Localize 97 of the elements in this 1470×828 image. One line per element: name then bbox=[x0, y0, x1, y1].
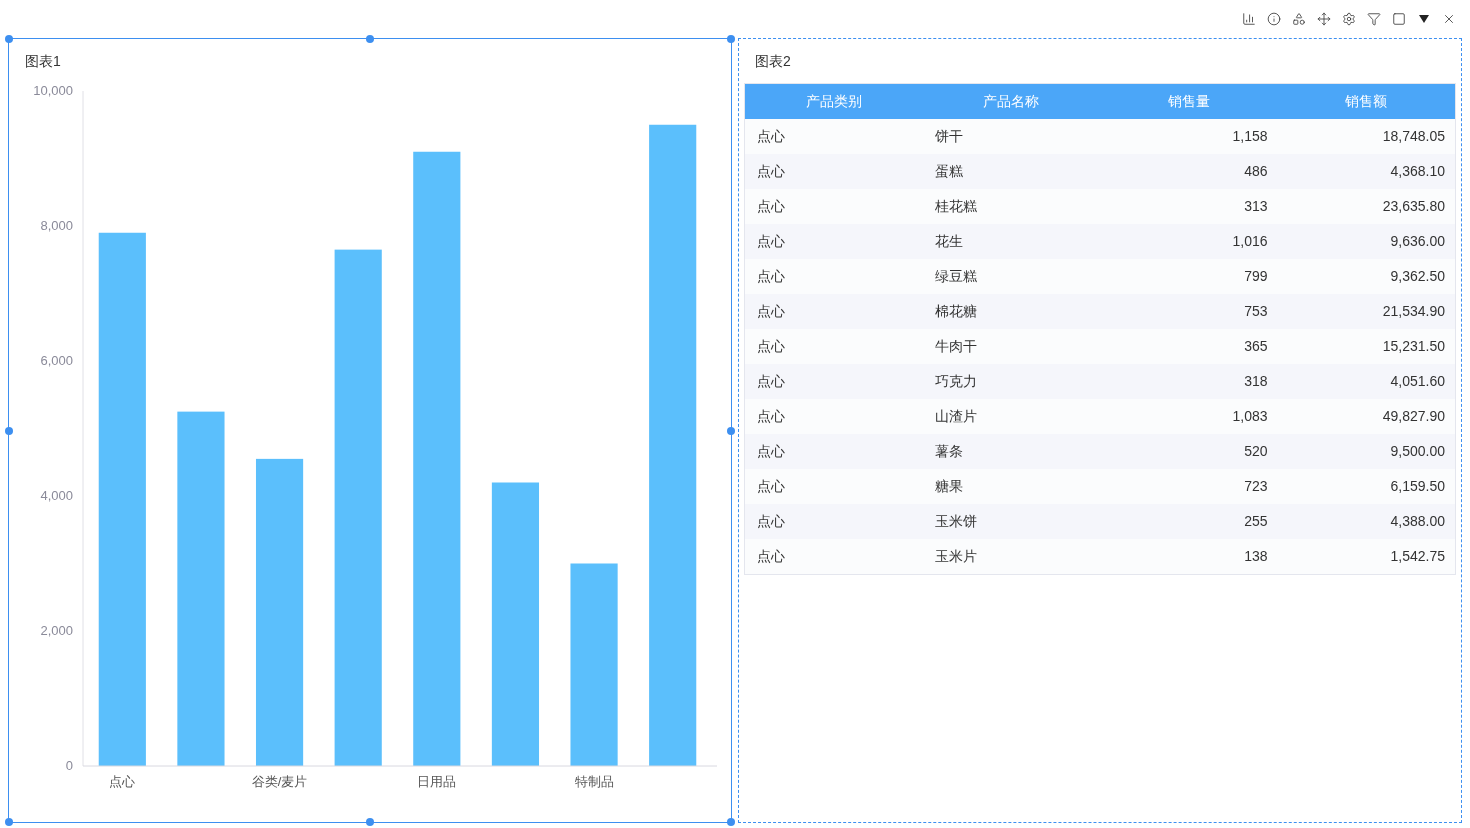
bar[interactable] bbox=[491, 482, 540, 766]
table-cell-text: 巧克力 bbox=[933, 372, 978, 391]
settings-icon bbox=[1342, 12, 1356, 26]
table-cell-text: 318 bbox=[1243, 372, 1269, 391]
table-cell-text: 1,083 bbox=[1231, 407, 1269, 426]
square-button[interactable] bbox=[1392, 12, 1406, 26]
column-header[interactable]: 销售量 bbox=[1100, 91, 1278, 112]
table-cell-text: 753 bbox=[1243, 302, 1269, 321]
table-cell-text: 365 bbox=[1243, 337, 1269, 356]
table-cell-text: 玉米片 bbox=[933, 547, 978, 566]
table-cell-text: 点心 bbox=[756, 162, 786, 181]
table-cell-text: 255 bbox=[1243, 512, 1269, 531]
info-icon bbox=[1267, 12, 1281, 26]
table-cell-text: 点心 bbox=[756, 512, 786, 531]
table-cell-text: 1,016 bbox=[1231, 232, 1269, 251]
shapes-button[interactable] bbox=[1292, 12, 1306, 26]
chart-button[interactable] bbox=[1242, 12, 1256, 26]
table-cell-text: 23,635.80 bbox=[1381, 197, 1446, 216]
table-cell-text: 1,158 bbox=[1231, 127, 1269, 146]
column-header[interactable]: 产品类别 bbox=[745, 91, 923, 112]
y-tick-label: 4,000 bbox=[40, 488, 73, 503]
resize-handle[interactable] bbox=[5, 426, 13, 435]
table-cell-text: 21,534.90 bbox=[1381, 302, 1446, 321]
table-cell-text: 玉米饼 bbox=[933, 512, 978, 531]
table-cell-text: 520 bbox=[1243, 442, 1269, 461]
table-cell-text: 6,159.50 bbox=[1389, 477, 1446, 496]
table-cell-text: 1,542.75 bbox=[1389, 547, 1446, 566]
column-header[interactable]: 产品名称 bbox=[922, 91, 1100, 112]
table-cell-text: 313 bbox=[1243, 197, 1269, 216]
filter-icon bbox=[1367, 12, 1381, 26]
bar[interactable] bbox=[649, 124, 697, 766]
table-cell-text: 723 bbox=[1243, 477, 1269, 496]
table-cell-text: 4,388.00 bbox=[1389, 512, 1446, 531]
resize-handle[interactable] bbox=[727, 35, 735, 43]
table-cell-text: 饼干 bbox=[933, 127, 964, 146]
table-cell-text: 4,051.60 bbox=[1389, 372, 1446, 391]
info-button[interactable] bbox=[1267, 12, 1281, 26]
table-cell-text: 9,500.00 bbox=[1389, 442, 1446, 461]
move-button[interactable] bbox=[1317, 12, 1331, 26]
chart-title: 图表2 bbox=[755, 53, 791, 69]
y-tick-label: 0 bbox=[65, 758, 73, 773]
bar[interactable] bbox=[98, 232, 146, 766]
shapes-icon bbox=[1292, 12, 1306, 26]
y-tick-label: 10,000 bbox=[33, 83, 73, 98]
resize-handle[interactable] bbox=[366, 35, 374, 43]
resize-handle[interactable] bbox=[366, 818, 374, 826]
table-cell-text: 点心 bbox=[756, 267, 786, 286]
table-cell-text: 18,748.05 bbox=[1381, 127, 1446, 146]
table-cell-text: 棉花糖 bbox=[933, 302, 978, 321]
table-cell-text: 点心 bbox=[756, 547, 786, 566]
table-cell-text: 桂花糕 bbox=[933, 197, 978, 216]
move-icon bbox=[1317, 12, 1331, 26]
table-cell-text: 点心 bbox=[756, 302, 786, 321]
bar[interactable] bbox=[256, 458, 304, 766]
column-header[interactable]: 销售额 bbox=[1277, 91, 1455, 112]
table-cell-text: 799 bbox=[1243, 267, 1269, 286]
settings-button[interactable] bbox=[1342, 12, 1356, 26]
table-cell-text: 486 bbox=[1243, 162, 1269, 181]
y-tick-label: 2,000 bbox=[40, 623, 73, 638]
table-cell-text: 点心 bbox=[756, 127, 786, 146]
table-cell-text: 9,636.00 bbox=[1389, 232, 1446, 251]
table-cell-text: 山渣片 bbox=[933, 407, 978, 426]
table-cell-text: 4,368.10 bbox=[1389, 162, 1446, 181]
close-button[interactable] bbox=[1442, 12, 1456, 26]
x-tick-label: 特制品 bbox=[574, 774, 614, 789]
y-tick-label: 8,000 bbox=[40, 218, 73, 233]
resize-handle[interactable] bbox=[727, 426, 735, 435]
table-cell-text: 糖果 bbox=[933, 477, 964, 496]
close-icon bbox=[1442, 12, 1456, 26]
x-tick-label: 点心 bbox=[109, 774, 136, 789]
resize-handle[interactable] bbox=[727, 818, 735, 826]
table-cell-text: 点心 bbox=[756, 477, 786, 496]
table-cell-text: 绿豆糕 bbox=[933, 267, 978, 286]
table-cell-text: 点心 bbox=[756, 232, 786, 251]
x-tick-label: 谷类/麦片 bbox=[251, 774, 308, 789]
table-cell-text: 花生 bbox=[933, 232, 964, 251]
x-tick-label: 日用品 bbox=[417, 774, 457, 789]
table-cell-text: 点心 bbox=[756, 337, 786, 356]
chart-title: 图表1 bbox=[25, 53, 61, 69]
resize-handle[interactable] bbox=[5, 818, 13, 826]
table-cell-text: 点心 bbox=[756, 372, 786, 391]
table-cell-text: 49,827.90 bbox=[1381, 407, 1446, 426]
resize-handle[interactable] bbox=[5, 35, 13, 43]
table-cell-text: 15,231.50 bbox=[1381, 337, 1446, 356]
table-cell-text: 牛肉干 bbox=[933, 337, 978, 356]
y-tick-label: 6,000 bbox=[40, 353, 73, 368]
table-cell-text: 点心 bbox=[756, 407, 786, 426]
table-cell-text: 点心 bbox=[756, 442, 786, 461]
table-cell-text: 蛋糕 bbox=[933, 162, 964, 181]
caret-icon bbox=[1418, 14, 1430, 24]
table-cell-text: 薯条 bbox=[933, 442, 964, 461]
table-cell-text: 138 bbox=[1243, 547, 1269, 566]
chart-icon bbox=[1242, 12, 1256, 26]
table-cell-text: 点心 bbox=[756, 197, 786, 216]
filter-button[interactable] bbox=[1367, 12, 1381, 26]
table-cell-text: 9,362.50 bbox=[1389, 267, 1446, 286]
maximize-icon bbox=[1392, 12, 1406, 26]
